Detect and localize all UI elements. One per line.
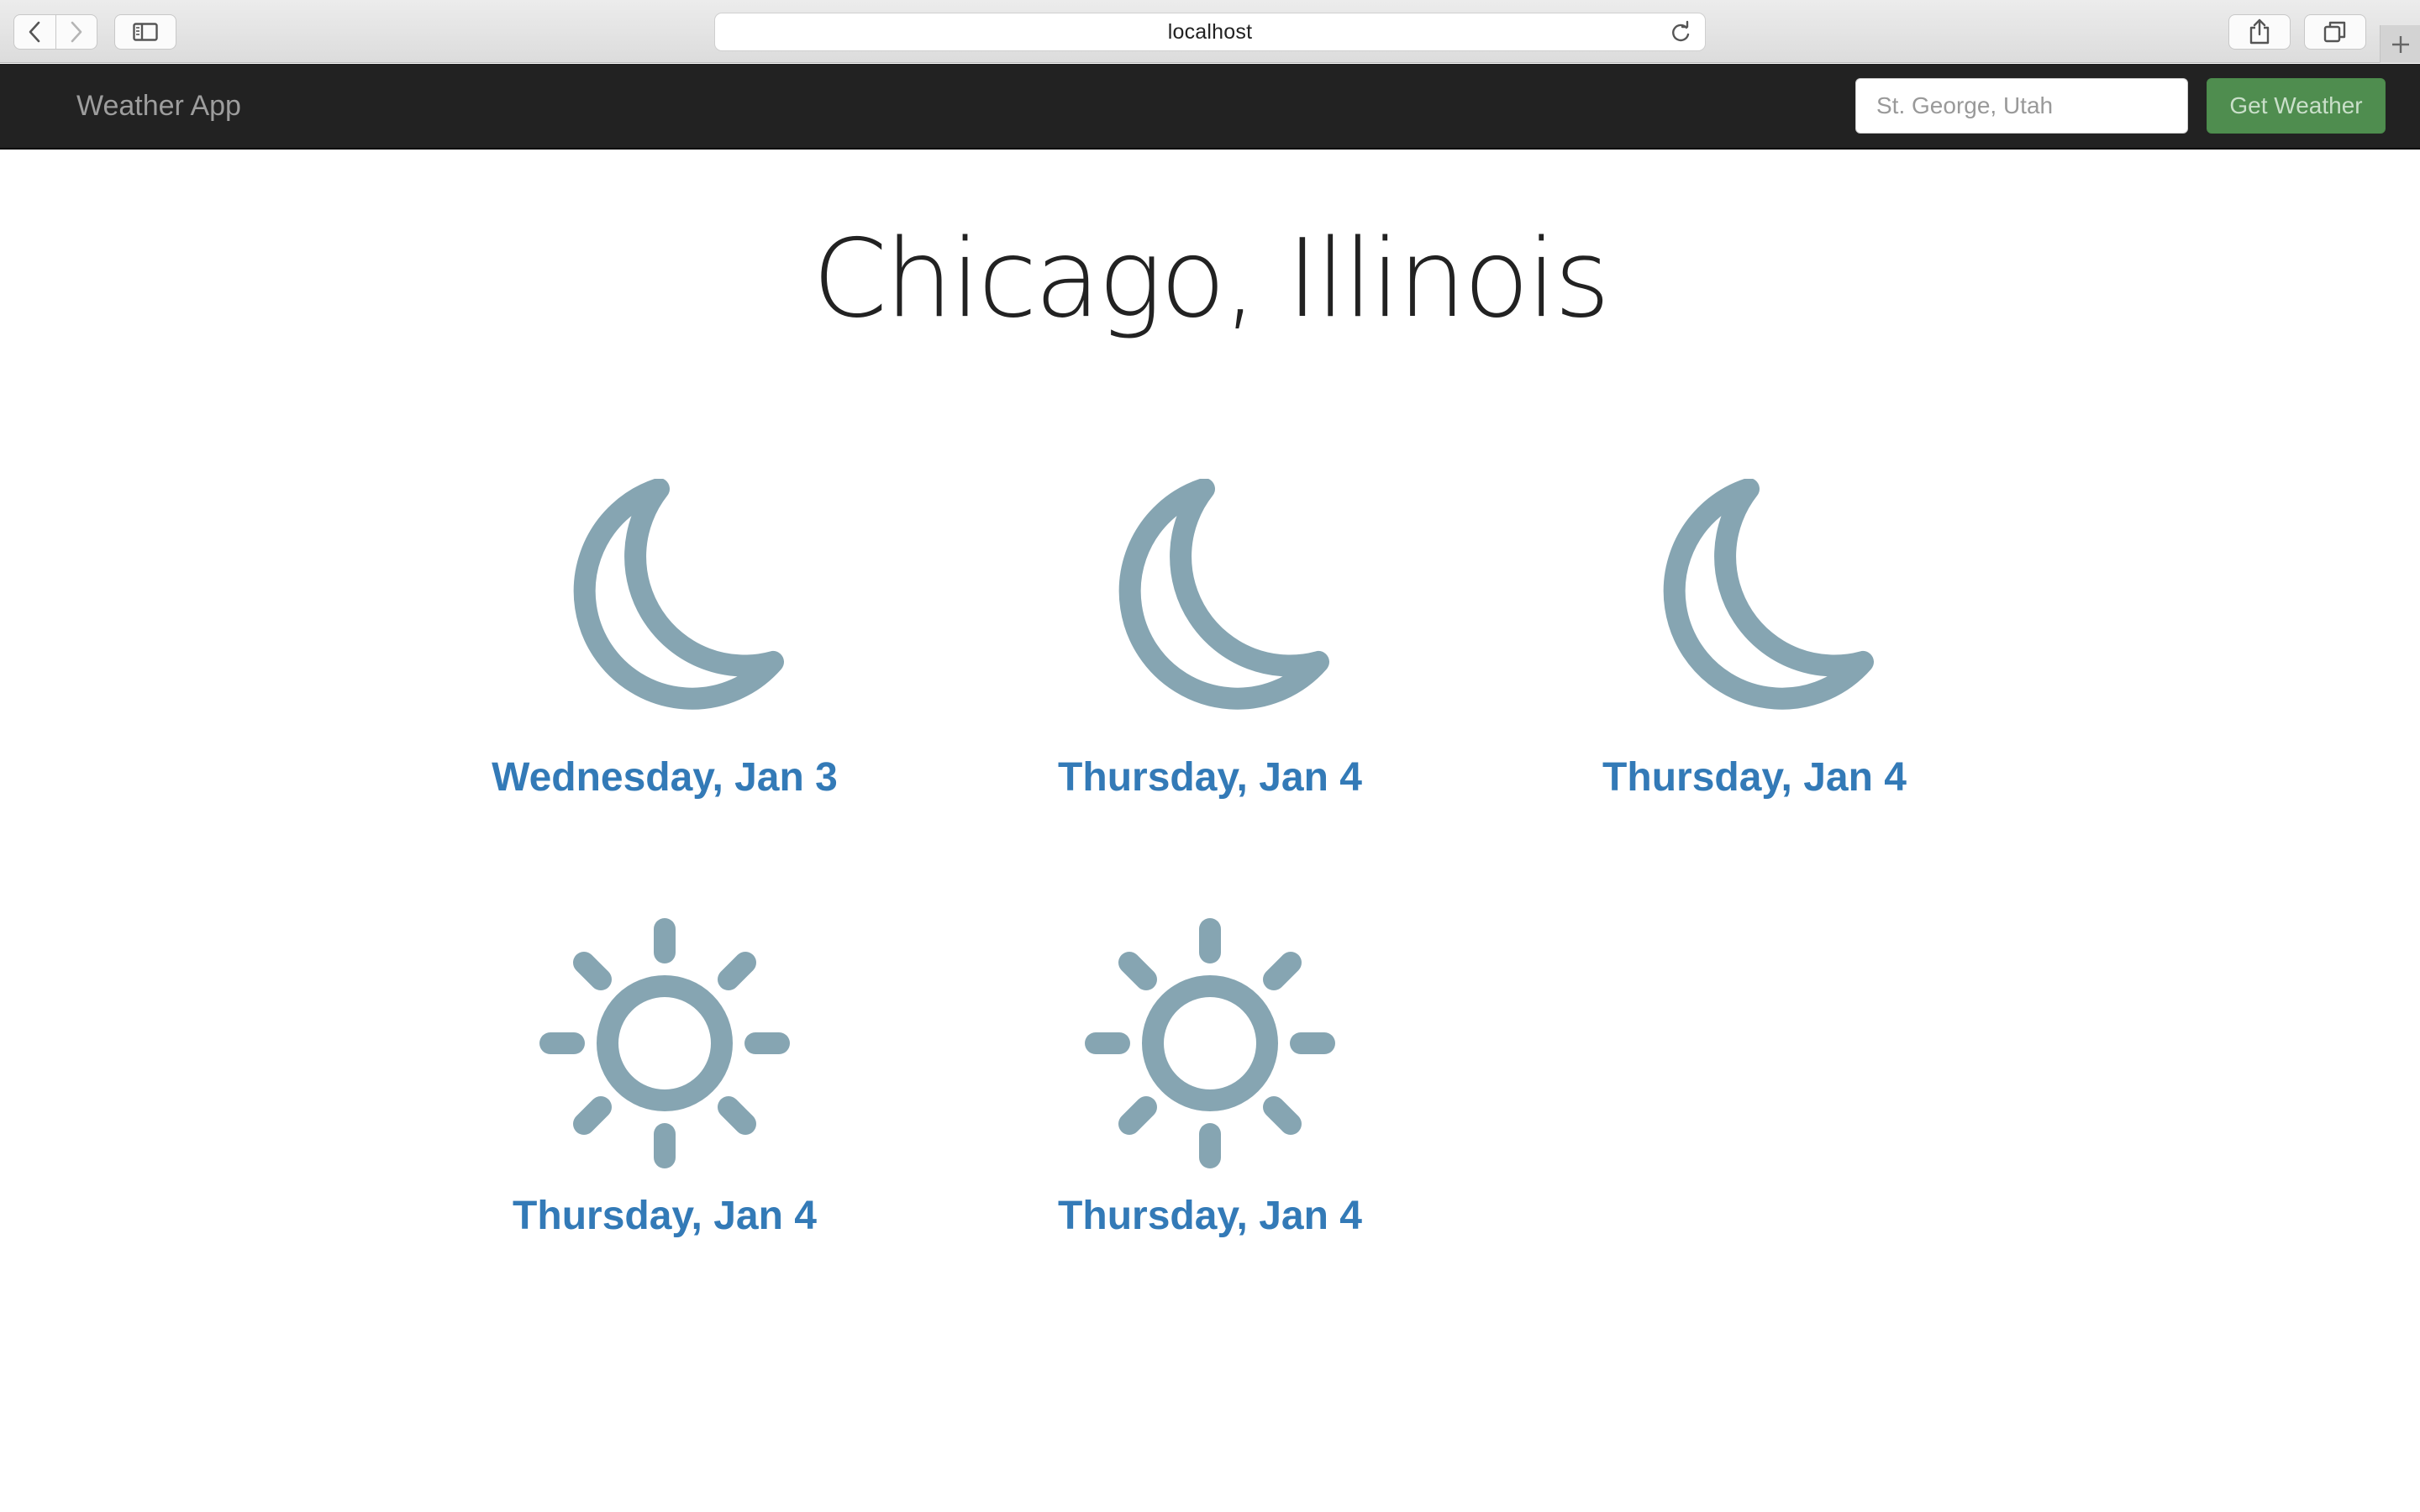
sun-icon bbox=[1085, 918, 1335, 1168]
forecast-card: Thursday, Jan 4 bbox=[429, 909, 900, 1278]
forecast-date-link[interactable]: Thursday, Jan 4 bbox=[975, 753, 1445, 803]
sun-icon bbox=[539, 918, 790, 1168]
tabs-icon bbox=[2323, 21, 2346, 43]
forecast-date-link[interactable]: Wednesday, Jan 3 bbox=[429, 753, 900, 803]
back-button[interactable] bbox=[14, 15, 55, 49]
sidebar-button[interactable] bbox=[114, 14, 176, 50]
forecast-date-link[interactable]: Thursday, Jan 4 bbox=[429, 1191, 900, 1242]
sidebar-icon bbox=[133, 23, 158, 41]
forward-button[interactable] bbox=[55, 15, 97, 49]
reload-icon[interactable] bbox=[1668, 20, 1693, 45]
chevron-left-icon bbox=[29, 21, 40, 43]
forecast-card: Thursday, Jan 4 bbox=[975, 909, 1445, 1278]
city-search-input[interactable] bbox=[1855, 78, 2188, 134]
moon-icon bbox=[1118, 479, 1329, 710]
app-navbar: Weather App Get Weather bbox=[0, 64, 2420, 150]
forecast-card: Thursday, Jan 4 bbox=[1519, 470, 1990, 840]
forecast-card: Thursday, Jan 4 bbox=[975, 470, 1445, 840]
forecast-date-link[interactable]: Thursday, Jan 4 bbox=[975, 1191, 1445, 1242]
nav-buttons bbox=[13, 14, 97, 50]
chevron-right-icon bbox=[71, 21, 82, 43]
tabs-overview-button[interactable] bbox=[2304, 14, 2366, 50]
address-bar[interactable]: localhost bbox=[714, 13, 1706, 51]
new-tab-button[interactable] bbox=[2380, 25, 2420, 63]
get-weather-button[interactable]: Get Weather bbox=[2207, 78, 2386, 134]
browser-toolbar: localhost bbox=[0, 0, 2420, 63]
share-button[interactable] bbox=[2228, 14, 2291, 50]
moon-icon bbox=[1663, 479, 1874, 710]
forecast-card: Wednesday, Jan 3 bbox=[429, 470, 900, 840]
brand-link[interactable]: Weather App bbox=[76, 87, 241, 124]
forecast-date-link[interactable]: Thursday, Jan 4 bbox=[1519, 753, 1990, 803]
address-text: localhost bbox=[1167, 19, 1253, 44]
plus-icon bbox=[2391, 35, 2409, 53]
share-icon bbox=[2249, 18, 2270, 45]
moon-icon bbox=[573, 479, 784, 710]
page-title: Chicago, Illinois bbox=[812, 217, 1611, 342]
